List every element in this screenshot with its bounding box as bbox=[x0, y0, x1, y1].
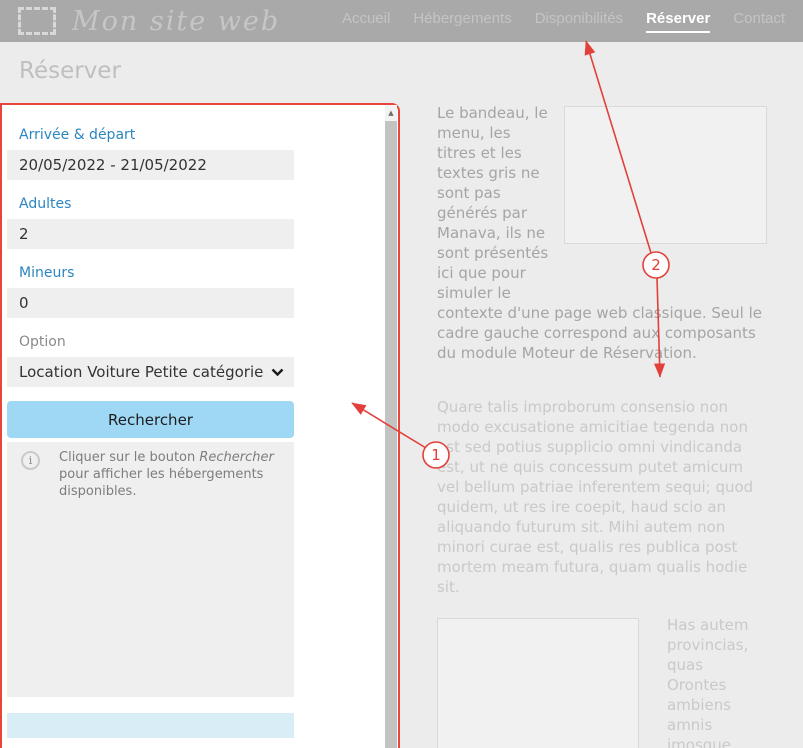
nav-item-contact[interactable]: Contact bbox=[733, 10, 785, 33]
brand-title: Mon site web bbox=[72, 6, 280, 37]
nav-item-accueil[interactable]: Accueil bbox=[342, 10, 390, 33]
info-note: Cliquer sur le bouton Rechercher pour af… bbox=[59, 449, 286, 500]
nav-item-hebergements[interactable]: Hébergements bbox=[413, 10, 511, 33]
demo-content: Le bandeau, le menu, les titres et les t… bbox=[437, 103, 767, 748]
panel-bottom-blue-bar bbox=[7, 713, 294, 738]
nav-item-reserver[interactable]: Réserver bbox=[646, 10, 710, 33]
logo-placeholder-icon bbox=[18, 7, 56, 35]
panel-scrollbar[interactable]: ▲ bbox=[385, 105, 397, 748]
option-label: Option bbox=[19, 334, 294, 350]
date-range-input[interactable] bbox=[7, 150, 294, 180]
navbar: Mon site web Accueil Hébergements Dispon… bbox=[0, 0, 803, 42]
minors-label: Mineurs bbox=[19, 265, 294, 281]
page-title: Réserver bbox=[19, 58, 121, 84]
scrollbar-thumb[interactable] bbox=[385, 121, 397, 748]
info-note-emphasis: Rechercher bbox=[199, 450, 274, 465]
option-select-value: Location Voiture Petite catégorie bbox=[19, 363, 263, 381]
chevron-down-icon bbox=[271, 368, 284, 377]
adults-label: Adultes bbox=[19, 196, 294, 212]
info-note-prefix: Cliquer sur le bouton bbox=[59, 450, 199, 465]
nav-item-disponibilites[interactable]: Disponibilités bbox=[535, 10, 623, 33]
minors-input[interactable] bbox=[7, 288, 294, 318]
image-placeholder-top bbox=[564, 106, 767, 244]
arrival-departure-label: Arrivée & départ bbox=[19, 127, 294, 143]
info-note-suffix: pour afficher les hébergements disponibl… bbox=[59, 467, 263, 499]
lorem-paragraph-2: Has autem provincias, quas Orontes ambie… bbox=[437, 615, 767, 748]
scrollbar-up-icon[interactable]: ▲ bbox=[385, 105, 397, 121]
search-button[interactable]: Rechercher bbox=[7, 401, 294, 438]
image-placeholder-bottom bbox=[437, 618, 639, 748]
booking-panel: Arrivée & départ Adultes Mineurs Option … bbox=[0, 103, 400, 748]
info-icon: i bbox=[21, 451, 40, 470]
lorem-paragraph: Quare talis improborum consensio non mod… bbox=[437, 397, 767, 597]
intro-paragraph: Le bandeau, le menu, les titres et les t… bbox=[437, 103, 767, 363]
adults-input[interactable] bbox=[7, 219, 294, 249]
info-box: i Cliquer sur le bouton Rechercher pour … bbox=[7, 442, 294, 697]
main-menu: Accueil Hébergements Disponibilités Rése… bbox=[342, 10, 785, 33]
option-select[interactable]: Location Voiture Petite catégorie bbox=[7, 357, 294, 387]
